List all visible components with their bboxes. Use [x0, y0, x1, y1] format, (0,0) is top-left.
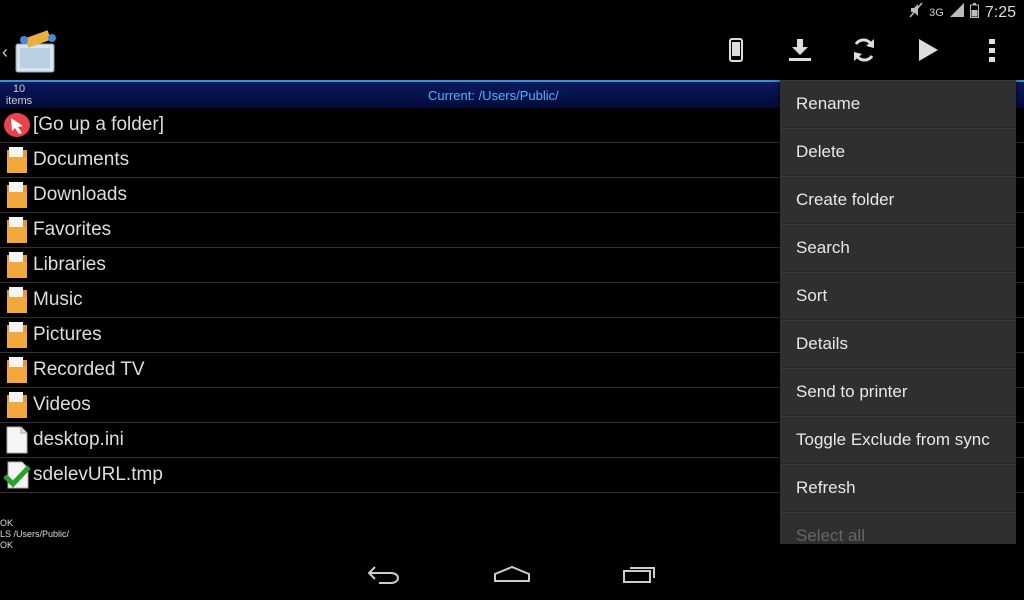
- status-bar: 3G 7:25: [0, 0, 1024, 24]
- item-count-value: 10: [12, 83, 26, 95]
- chevron-left-icon[interactable]: ‹: [2, 42, 8, 63]
- folder-icon: [3, 321, 31, 349]
- recent-apps-icon: [622, 564, 658, 589]
- file-name: Pictures: [33, 324, 102, 345]
- menu-item-delete[interactable]: Delete: [780, 128, 1016, 176]
- menu-item-select-all[interactable]: Select all: [780, 512, 1016, 544]
- mute-icon: [909, 2, 923, 23]
- menu-item-search[interactable]: Search: [780, 224, 1016, 272]
- refresh-icon: [851, 37, 877, 68]
- file-name: Downloads: [33, 184, 127, 205]
- folder-icon: [3, 286, 31, 314]
- checked-file-icon: [3, 461, 31, 489]
- status-time: 7:25: [984, 3, 1016, 21]
- folder-icon: [3, 146, 31, 174]
- go-up-icon: [3, 111, 31, 139]
- item-count-label: items: [5, 95, 33, 107]
- battery-icon: [969, 2, 979, 23]
- sync-button[interactable]: [842, 32, 886, 72]
- home-icon: [493, 565, 531, 588]
- item-count: 10 items: [4, 83, 34, 107]
- status-icons: 3G 7:25: [909, 2, 1016, 23]
- file-name: [Go up a folder]: [33, 114, 164, 135]
- action-bar: ‹: [0, 24, 1024, 82]
- file-name: Favorites: [33, 219, 112, 240]
- log-line: LS /Users/Public/: [0, 529, 70, 539]
- back-arrow-icon: [367, 564, 401, 589]
- phone-icon: [729, 37, 743, 67]
- overflow-menu: Rename Delete Create folder Search Sort …: [780, 80, 1016, 544]
- folder-icon: [3, 251, 31, 279]
- file-name: desktop.ini: [33, 429, 124, 450]
- folder-icon: [3, 181, 31, 209]
- menu-item-sort[interactable]: Sort: [780, 272, 1016, 320]
- file-icon: [3, 426, 31, 454]
- device-button[interactable]: [714, 32, 758, 72]
- folder-sync-icon[interactable]: [12, 30, 62, 76]
- file-name: sdelevURL.tmp: [33, 464, 163, 485]
- folder-icon: [3, 391, 31, 419]
- more-vert-icon: [989, 38, 995, 67]
- play-icon: [917, 38, 939, 67]
- menu-item-send-to-printer[interactable]: Send to printer: [780, 368, 1016, 416]
- folder-icon: [3, 216, 31, 244]
- log-line: OK: [0, 540, 14, 550]
- file-name: Music: [33, 289, 83, 310]
- log-line: OK: [0, 518, 14, 528]
- network-type: 3G: [929, 6, 944, 19]
- current-path: Current: /Users/Public/: [428, 88, 559, 103]
- file-name: Documents: [33, 149, 130, 170]
- download-button[interactable]: [778, 32, 822, 72]
- folder-icon: [3, 356, 31, 384]
- menu-item-rename[interactable]: Rename: [780, 80, 1016, 128]
- file-name: Videos: [33, 394, 91, 415]
- menu-item-refresh[interactable]: Refresh: [780, 464, 1016, 512]
- overflow-menu-button[interactable]: [970, 32, 1014, 72]
- file-name: Libraries: [33, 254, 106, 275]
- log-output: OK LS /Users/Public/ OK: [0, 518, 69, 551]
- menu-item-toggle-exclude[interactable]: Toggle Exclude from sync: [780, 416, 1016, 464]
- play-button[interactable]: [906, 32, 950, 72]
- menu-item-create-folder[interactable]: Create folder: [780, 176, 1016, 224]
- signal-icon: [949, 3, 964, 22]
- home-button[interactable]: [482, 560, 542, 592]
- back-button[interactable]: [354, 560, 414, 592]
- menu-item-details[interactable]: Details: [780, 320, 1016, 368]
- file-name: Recorded TV: [33, 359, 145, 380]
- recents-button[interactable]: [610, 560, 670, 592]
- navigation-bar: [0, 552, 1024, 600]
- download-icon: [788, 38, 812, 66]
